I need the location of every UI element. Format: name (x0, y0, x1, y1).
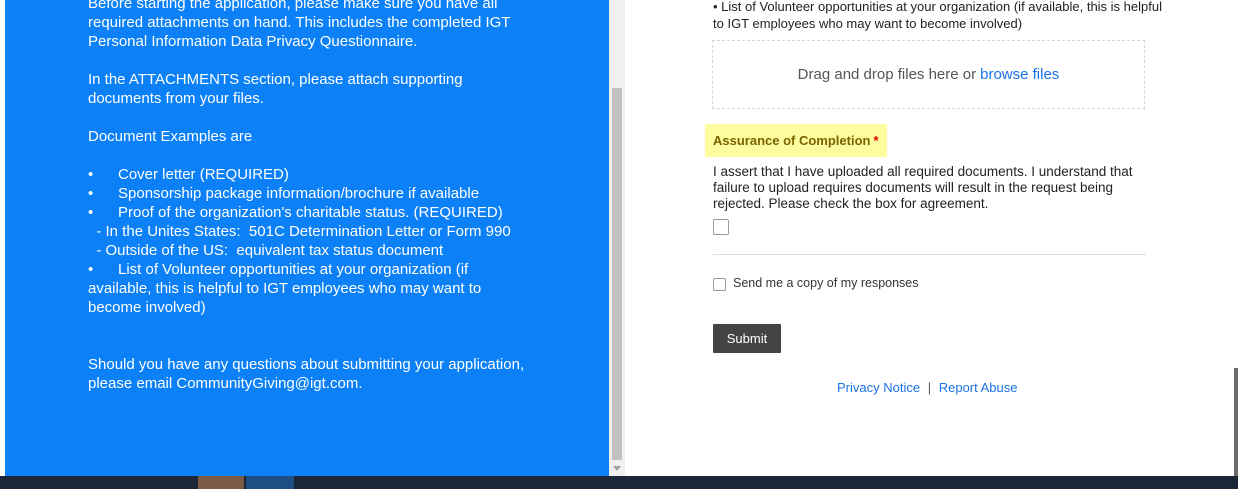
agreement-checkbox[interactable] (713, 219, 729, 235)
send-copy-label: Send me a copy of my responses (733, 276, 919, 290)
bullet-marker: • (88, 204, 94, 221)
list-item-text: Sponsorship package information/brochure… (118, 185, 480, 202)
bullet-marker: • (88, 185, 94, 202)
assertion-text: I assert that I have uploaded all requir… (713, 164, 1133, 211)
outside-us-requirement: - Outside of the US: equivalent tax stat… (88, 242, 444, 259)
bullet-marker: • (88, 166, 94, 183)
scrollbar-thumb[interactable] (612, 88, 622, 460)
examples-heading: Document Examples are (88, 128, 253, 145)
taskbar-app-button[interactable] (246, 476, 294, 489)
browse-files-link[interactable]: browse files (980, 66, 1059, 83)
scrollbar[interactable] (609, 0, 625, 476)
list-item: • Proof of the organization's charitable… (88, 203, 528, 222)
info-panel: Before starting the application, please … (5, 0, 609, 476)
scroll-down-arrow-icon[interactable] (613, 466, 621, 471)
privacy-notice-link[interactable]: Privacy Notice (837, 380, 920, 395)
taskbar (0, 476, 1238, 489)
window-edge (1234, 368, 1238, 476)
taskbar-app-button[interactable] (198, 476, 244, 489)
list-item-text: Cover letter (REQUIRED) (118, 166, 289, 183)
list-item-text: Proof of the organization's charitable s… (118, 204, 503, 221)
volunteer-description: • List of Volunteer opportunities at you… (713, 0, 1162, 31)
form-panel: • List of Volunteer opportunities at you… (625, 0, 1238, 476)
intro-text: Before starting the application, please … (88, 0, 511, 50)
required-marker: * (873, 133, 879, 148)
list-item: • Sponsorship package information/brochu… (88, 184, 528, 203)
assurance-label-text: Assurance of Completion (713, 133, 871, 148)
assurance-label: Assurance of Completion * (705, 124, 887, 157)
section-divider (713, 254, 1146, 255)
send-copy-checkbox[interactable] (713, 278, 726, 291)
file-dropzone[interactable]: Drag and drop files here or browse files (712, 40, 1145, 109)
attachments-note: In the ATTACHMENTS section, please attac… (88, 71, 463, 107)
list-item: • List of Volunteer opportunities at you… (88, 260, 528, 317)
list-item-text: List of Volunteer opportunities at your … (88, 261, 482, 316)
footer-links: Privacy Notice | Report Abuse (837, 380, 1018, 395)
submit-button[interactable]: Submit (713, 324, 781, 353)
report-abuse-link[interactable]: Report Abuse (939, 380, 1018, 395)
link-separator: | (927, 380, 932, 395)
info-panel-content: Before starting the application, please … (88, 0, 528, 393)
contact-text: Should you have any questions about subm… (88, 356, 525, 392)
dropzone-text: Drag and drop files here or (797, 66, 977, 83)
us-requirement: - In the Unites States: 501C Determinati… (88, 223, 511, 240)
list-item: • Cover letter (REQUIRED) (88, 165, 528, 184)
